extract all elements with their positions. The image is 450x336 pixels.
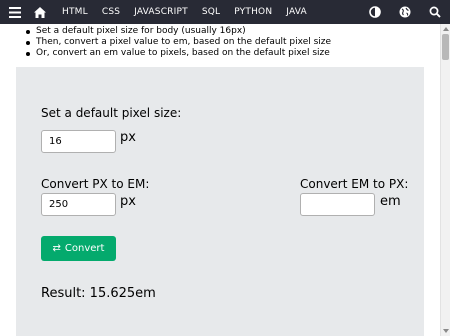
nav-link-javascript[interactable]: JAVASCRIPT bbox=[134, 0, 188, 24]
nav-link-css[interactable]: CSS bbox=[102, 0, 120, 24]
main-content: Set a default pixel size for body (usual… bbox=[0, 24, 440, 336]
home-icon[interactable] bbox=[30, 0, 50, 24]
nav-link-html[interactable]: HTML bbox=[62, 0, 88, 24]
nav-right-icons bbox=[360, 0, 450, 24]
em-unit: em bbox=[380, 194, 401, 209]
instructions-list: Set a default pixel size for body (usual… bbox=[24, 26, 331, 59]
em-to-px-label: Convert EM to PX: bbox=[300, 177, 409, 191]
px-to-em-label: Convert PX to EM: bbox=[41, 177, 150, 191]
convert-button-label: Convert bbox=[64, 243, 105, 254]
list-item: Or, convert an em value to pixels, based… bbox=[24, 48, 331, 59]
contrast-icon[interactable] bbox=[360, 0, 390, 24]
scroll-down-arrow-icon[interactable] bbox=[443, 329, 449, 333]
top-navigation-bar: HTML CSS JAVASCRIPT SQL PYTHON JAVA bbox=[0, 0, 450, 24]
list-item: Set a default pixel size for body (usual… bbox=[24, 26, 331, 37]
scroll-thumb[interactable] bbox=[442, 34, 449, 60]
list-item: Then, convert a pixel value to em, based… bbox=[24, 37, 331, 48]
default-size-input[interactable] bbox=[41, 130, 116, 153]
default-size-unit: px bbox=[120, 130, 136, 145]
page-scrollbar[interactable] bbox=[440, 24, 450, 336]
convert-button[interactable]: ⇄ Convert bbox=[41, 236, 116, 261]
search-icon[interactable] bbox=[420, 0, 450, 24]
menu-icon[interactable] bbox=[0, 0, 30, 24]
default-size-label: Set a default pixel size: bbox=[41, 106, 182, 120]
px-input[interactable] bbox=[41, 193, 116, 216]
converter-panel: Set a default pixel size: px Convert PX … bbox=[16, 67, 424, 336]
px-unit: px bbox=[120, 194, 136, 209]
result-text: Result: 15.625em bbox=[41, 286, 156, 301]
globe-icon[interactable] bbox=[390, 0, 420, 24]
scroll-up-arrow-icon[interactable] bbox=[443, 27, 449, 31]
em-input[interactable] bbox=[300, 193, 375, 216]
swap-arrows-icon: ⇄ bbox=[52, 243, 61, 254]
nav-link-java[interactable]: JAVA bbox=[286, 0, 307, 24]
nav-link-python[interactable]: PYTHON bbox=[234, 0, 272, 24]
nav-link-sql[interactable]: SQL bbox=[202, 0, 220, 24]
